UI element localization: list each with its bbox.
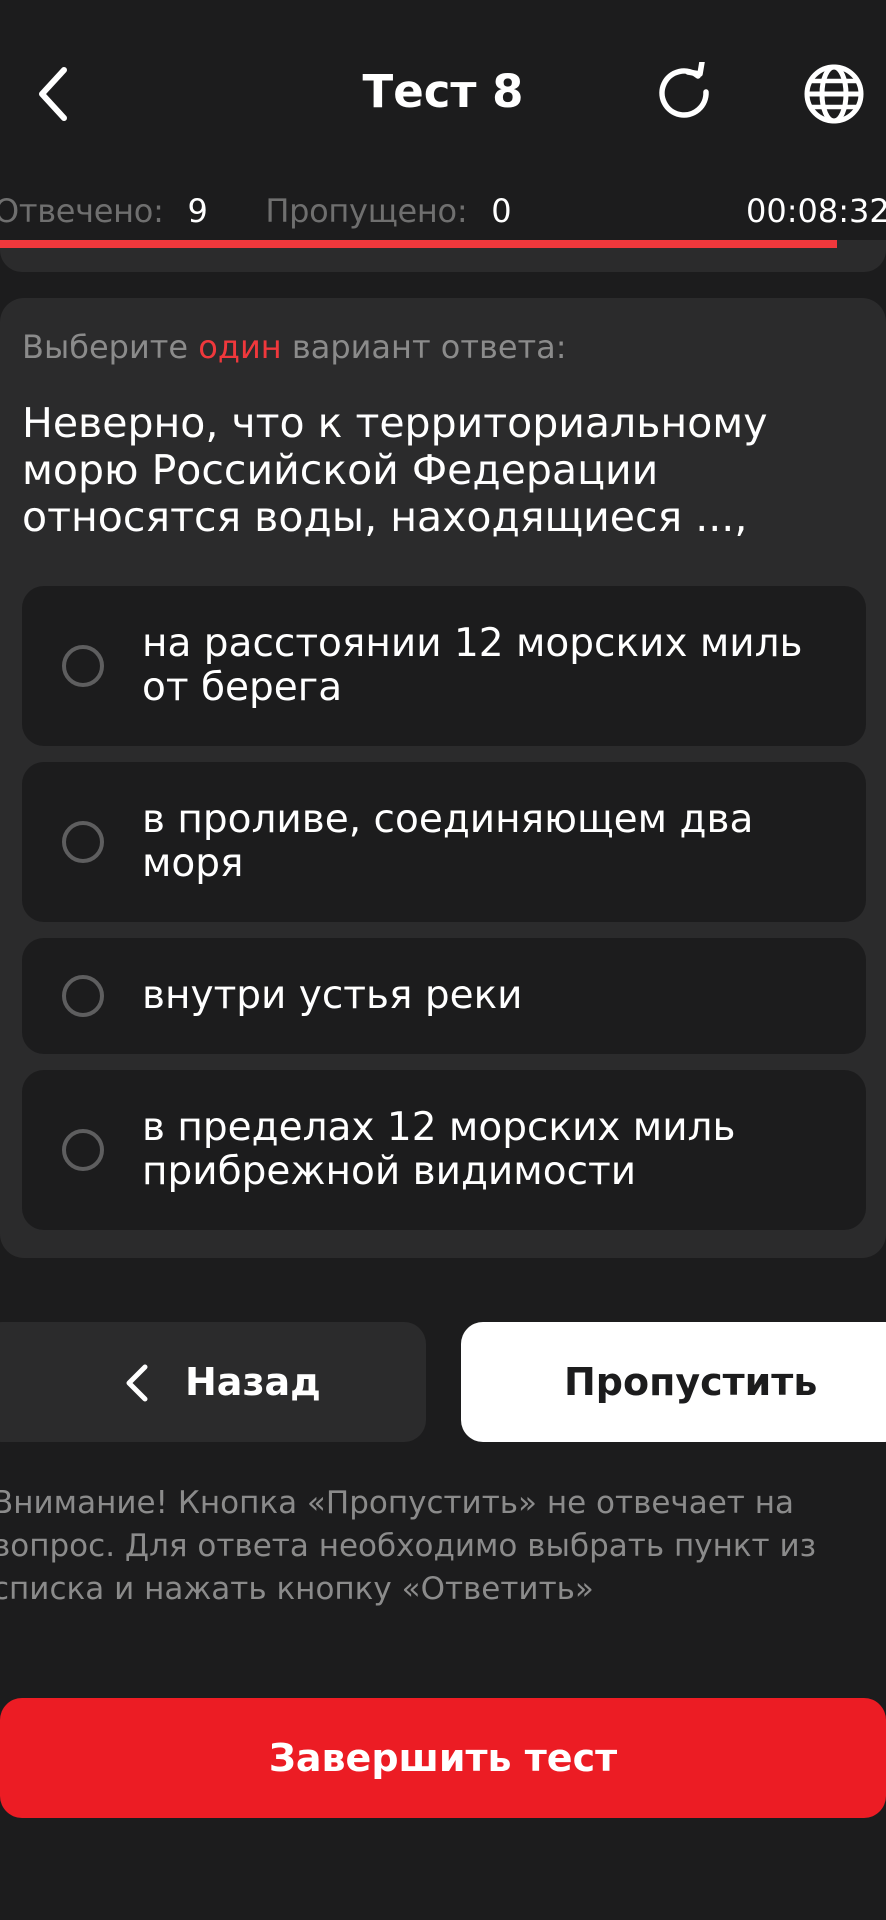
radio-circle-icon[interactable] [62, 821, 104, 863]
answer-option-1[interactable]: на расстоянии 12 морских миль от берега [22, 586, 866, 746]
answer-option-label: внутри устья реки [142, 973, 523, 1018]
refresh-button[interactable] [650, 58, 722, 130]
skipped-count: 0 [491, 192, 512, 230]
answer-option-label: в проливе, соединяющем два моря [142, 797, 754, 886]
answer-instruction: Выберите один вариант ответа: [22, 322, 567, 372]
answered-count: 9 [187, 192, 208, 230]
skipped-label: Пропущено: [265, 192, 468, 230]
skip-button[interactable]: Пропустить [461, 1322, 886, 1442]
answered-label: Отвечено: [0, 192, 164, 230]
answer-option-label: в пределах 12 морских миль прибрежной ви… [142, 1105, 736, 1194]
globe-icon [804, 64, 864, 124]
progress-fill [0, 240, 838, 248]
instruction-suffix: вариант ответа: [291, 328, 567, 366]
back-button-label: Назад [185, 1360, 321, 1404]
instruction-prefix: Выберите [22, 328, 189, 366]
finish-test-button[interactable]: Завершить тест [0, 1698, 886, 1818]
answer-option-label: на расстоянии 12 морских миль от берега [142, 621, 803, 710]
test-stats: Отвечено: 9 Пропущено: 0 [0, 185, 512, 237]
skip-button-label: Пропустить [564, 1360, 818, 1404]
skip-notice: Внимание! Кнопка «Пропустить» не отвечае… [0, 1485, 817, 1607]
answer-option-3[interactable]: внутри устья реки [22, 938, 866, 1054]
test-timer: 00:08:32 [746, 192, 886, 230]
answer-option-2[interactable]: в проливе, соединяющем два моря [22, 762, 866, 922]
question-text: Неверно, что к территориальному морю Рос… [22, 399, 768, 541]
instruction-accent: один [198, 328, 282, 366]
chevron-left-icon [126, 1364, 148, 1402]
progress-bar [0, 240, 886, 272]
language-button[interactable] [798, 58, 870, 130]
radio-circle-icon[interactable] [62, 1129, 104, 1171]
radio-circle-icon[interactable] [62, 645, 104, 687]
page-title: Тест 8 [362, 65, 524, 118]
answer-option-4[interactable]: в пределах 12 морских миль прибрежной ви… [22, 1070, 866, 1230]
back-button[interactable]: Назад [0, 1322, 426, 1442]
refresh-icon [659, 62, 709, 118]
radio-circle-icon[interactable] [62, 975, 104, 1017]
